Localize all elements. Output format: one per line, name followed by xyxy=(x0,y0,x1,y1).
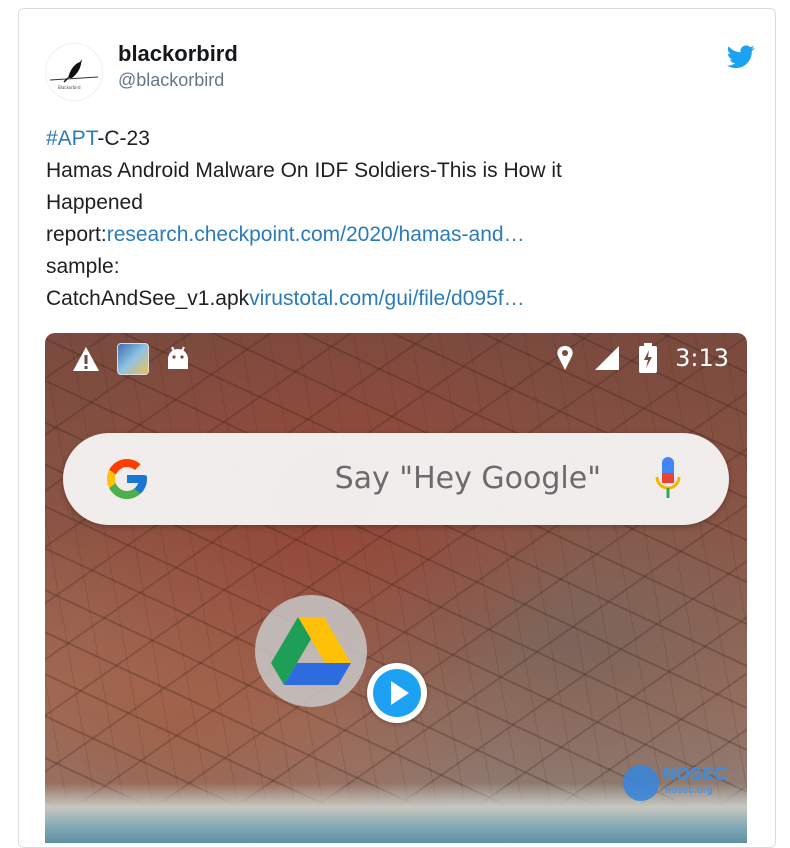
tweet-line-sample: CatchAndSee_v1.apkvirustotal.com/gui/fil… xyxy=(46,283,746,315)
author-display-name[interactable]: blackorbird xyxy=(118,41,238,67)
report-link[interactable]: research.checkpoint.com/2020/hamas-and… xyxy=(107,223,525,246)
tweet-card: Blackorbird blackorbird @blackorbird #AP… xyxy=(18,8,776,848)
sample-link[interactable]: virustotal.com/gui/file/d095f… xyxy=(249,287,524,310)
microphone-icon[interactable] xyxy=(653,455,683,503)
tweet-body: #APT-C-23 Hamas Android Malware On IDF S… xyxy=(46,123,746,315)
author-handle[interactable]: @blackorbird xyxy=(118,67,238,93)
bird-on-wire-avatar-icon: Blackorbird xyxy=(49,59,99,90)
status-bar-left-icons xyxy=(71,343,191,375)
video-play-button[interactable] xyxy=(367,663,427,723)
watermark-text: NOSEC xyxy=(663,764,728,784)
android-icon xyxy=(168,346,188,369)
play-icon xyxy=(373,669,421,717)
sample-label: sample: xyxy=(46,255,120,278)
watermark-badge-icon xyxy=(623,765,659,801)
google-search-bar[interactable]: Say "Hey Google" xyxy=(63,433,729,525)
tweet-line-report: report:research.checkpoint.com/2020/hama… xyxy=(46,219,746,251)
status-bar-right-icons: 3:13 xyxy=(555,343,729,373)
google-g-icon xyxy=(107,459,147,499)
tweet-title-line-2: Happened xyxy=(46,191,143,214)
status-bar-time: 3:13 xyxy=(675,344,729,372)
report-label: report: xyxy=(46,223,107,246)
twitter-bird-icon[interactable] xyxy=(727,45,755,69)
battery-charging-icon xyxy=(639,343,658,373)
android-status-bar: 3:13 xyxy=(45,333,747,385)
app-thumbnail-icon xyxy=(117,343,149,375)
location-icon xyxy=(557,346,573,370)
watermark-subtext: nosec.org xyxy=(665,785,713,796)
search-placeholder[interactable]: Say "Hey Google" xyxy=(335,461,601,496)
author-avatar[interactable]: Blackorbird xyxy=(45,43,103,101)
tweet-line-hashtag: #APT-C-23 xyxy=(46,123,746,155)
hashtag-suffix: -C-23 xyxy=(97,127,150,150)
sample-filename: CatchAndSee_v1.apk xyxy=(46,287,250,310)
signal-icon xyxy=(595,346,620,370)
author-info[interactable]: blackorbird @blackorbird xyxy=(118,41,238,93)
google-drive-icon xyxy=(271,617,351,685)
svg-text:Blackorbird: Blackorbird xyxy=(58,85,81,90)
tweet-header: Blackorbird blackorbird @blackorbird xyxy=(45,39,755,101)
video-media[interactable]: 3:13 Say "Hey Google" NOSEC nosec.org xyxy=(45,333,747,843)
google-drive-app[interactable] xyxy=(255,595,367,707)
tweet-title-line-1: Hamas Android Malware On IDF Soldiers-Th… xyxy=(46,159,562,182)
warning-icon xyxy=(73,347,99,371)
hashtag-link[interactable]: #APT xyxy=(46,127,97,150)
watermark: NOSEC nosec.org xyxy=(623,763,739,803)
